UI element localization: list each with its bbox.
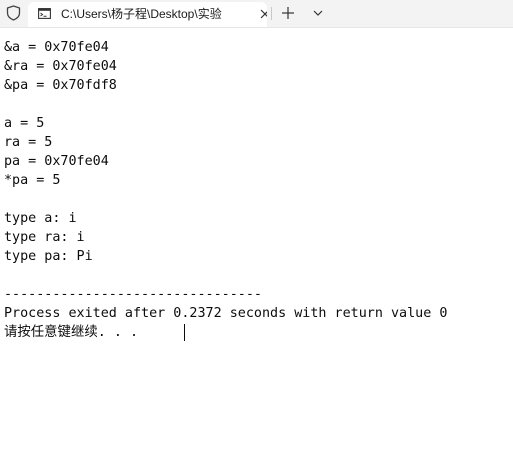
console-app-icon (38, 8, 51, 19)
process-exit-message: Process exited after 0.2372 seconds with… (4, 306, 448, 321)
tab-title: C:\Users\杨子程\Desktop\实验 (61, 7, 222, 21)
output-line: *pa = 5 (4, 173, 61, 188)
tab-console[interactable]: C:\Users\杨子程\Desktop\实验 (28, 2, 267, 27)
chevron-down-icon[interactable] (311, 6, 325, 20)
tab-divider (271, 7, 272, 20)
output-line: type pa: Pi (4, 249, 93, 264)
separator-line: -------------------------------- (4, 287, 262, 302)
tab-title-fade (233, 2, 255, 27)
output-line: a = 5 (4, 116, 45, 131)
output-line: ra = 5 (4, 135, 53, 150)
shield-icon (6, 5, 21, 21)
text-cursor (184, 324, 185, 341)
output-line: &a = 0x70fe04 (4, 40, 109, 55)
press-any-key-prompt: 请按任意键继续. . . (4, 325, 139, 340)
tab-bar: C:\Users\杨子程\Desktop\实验 (0, 0, 513, 28)
output-line: type a: i (4, 211, 77, 226)
output-line: &pa = 0x70fdf8 (4, 78, 117, 93)
output-line: type ra: i (4, 230, 85, 245)
output-line: &ra = 0x70fe04 (4, 59, 117, 74)
plus-icon[interactable] (280, 5, 296, 21)
output-line: pa = 0x70fe04 (4, 154, 109, 169)
terminal-window: C:\Users\杨子程\Desktop\实验 &a = 0x70fe04 &r… (0, 0, 513, 455)
close-icon[interactable] (259, 8, 267, 20)
console-output[interactable]: &a = 0x70fe04 &ra = 0x70fe04 &pa = 0x70f… (0, 28, 513, 455)
